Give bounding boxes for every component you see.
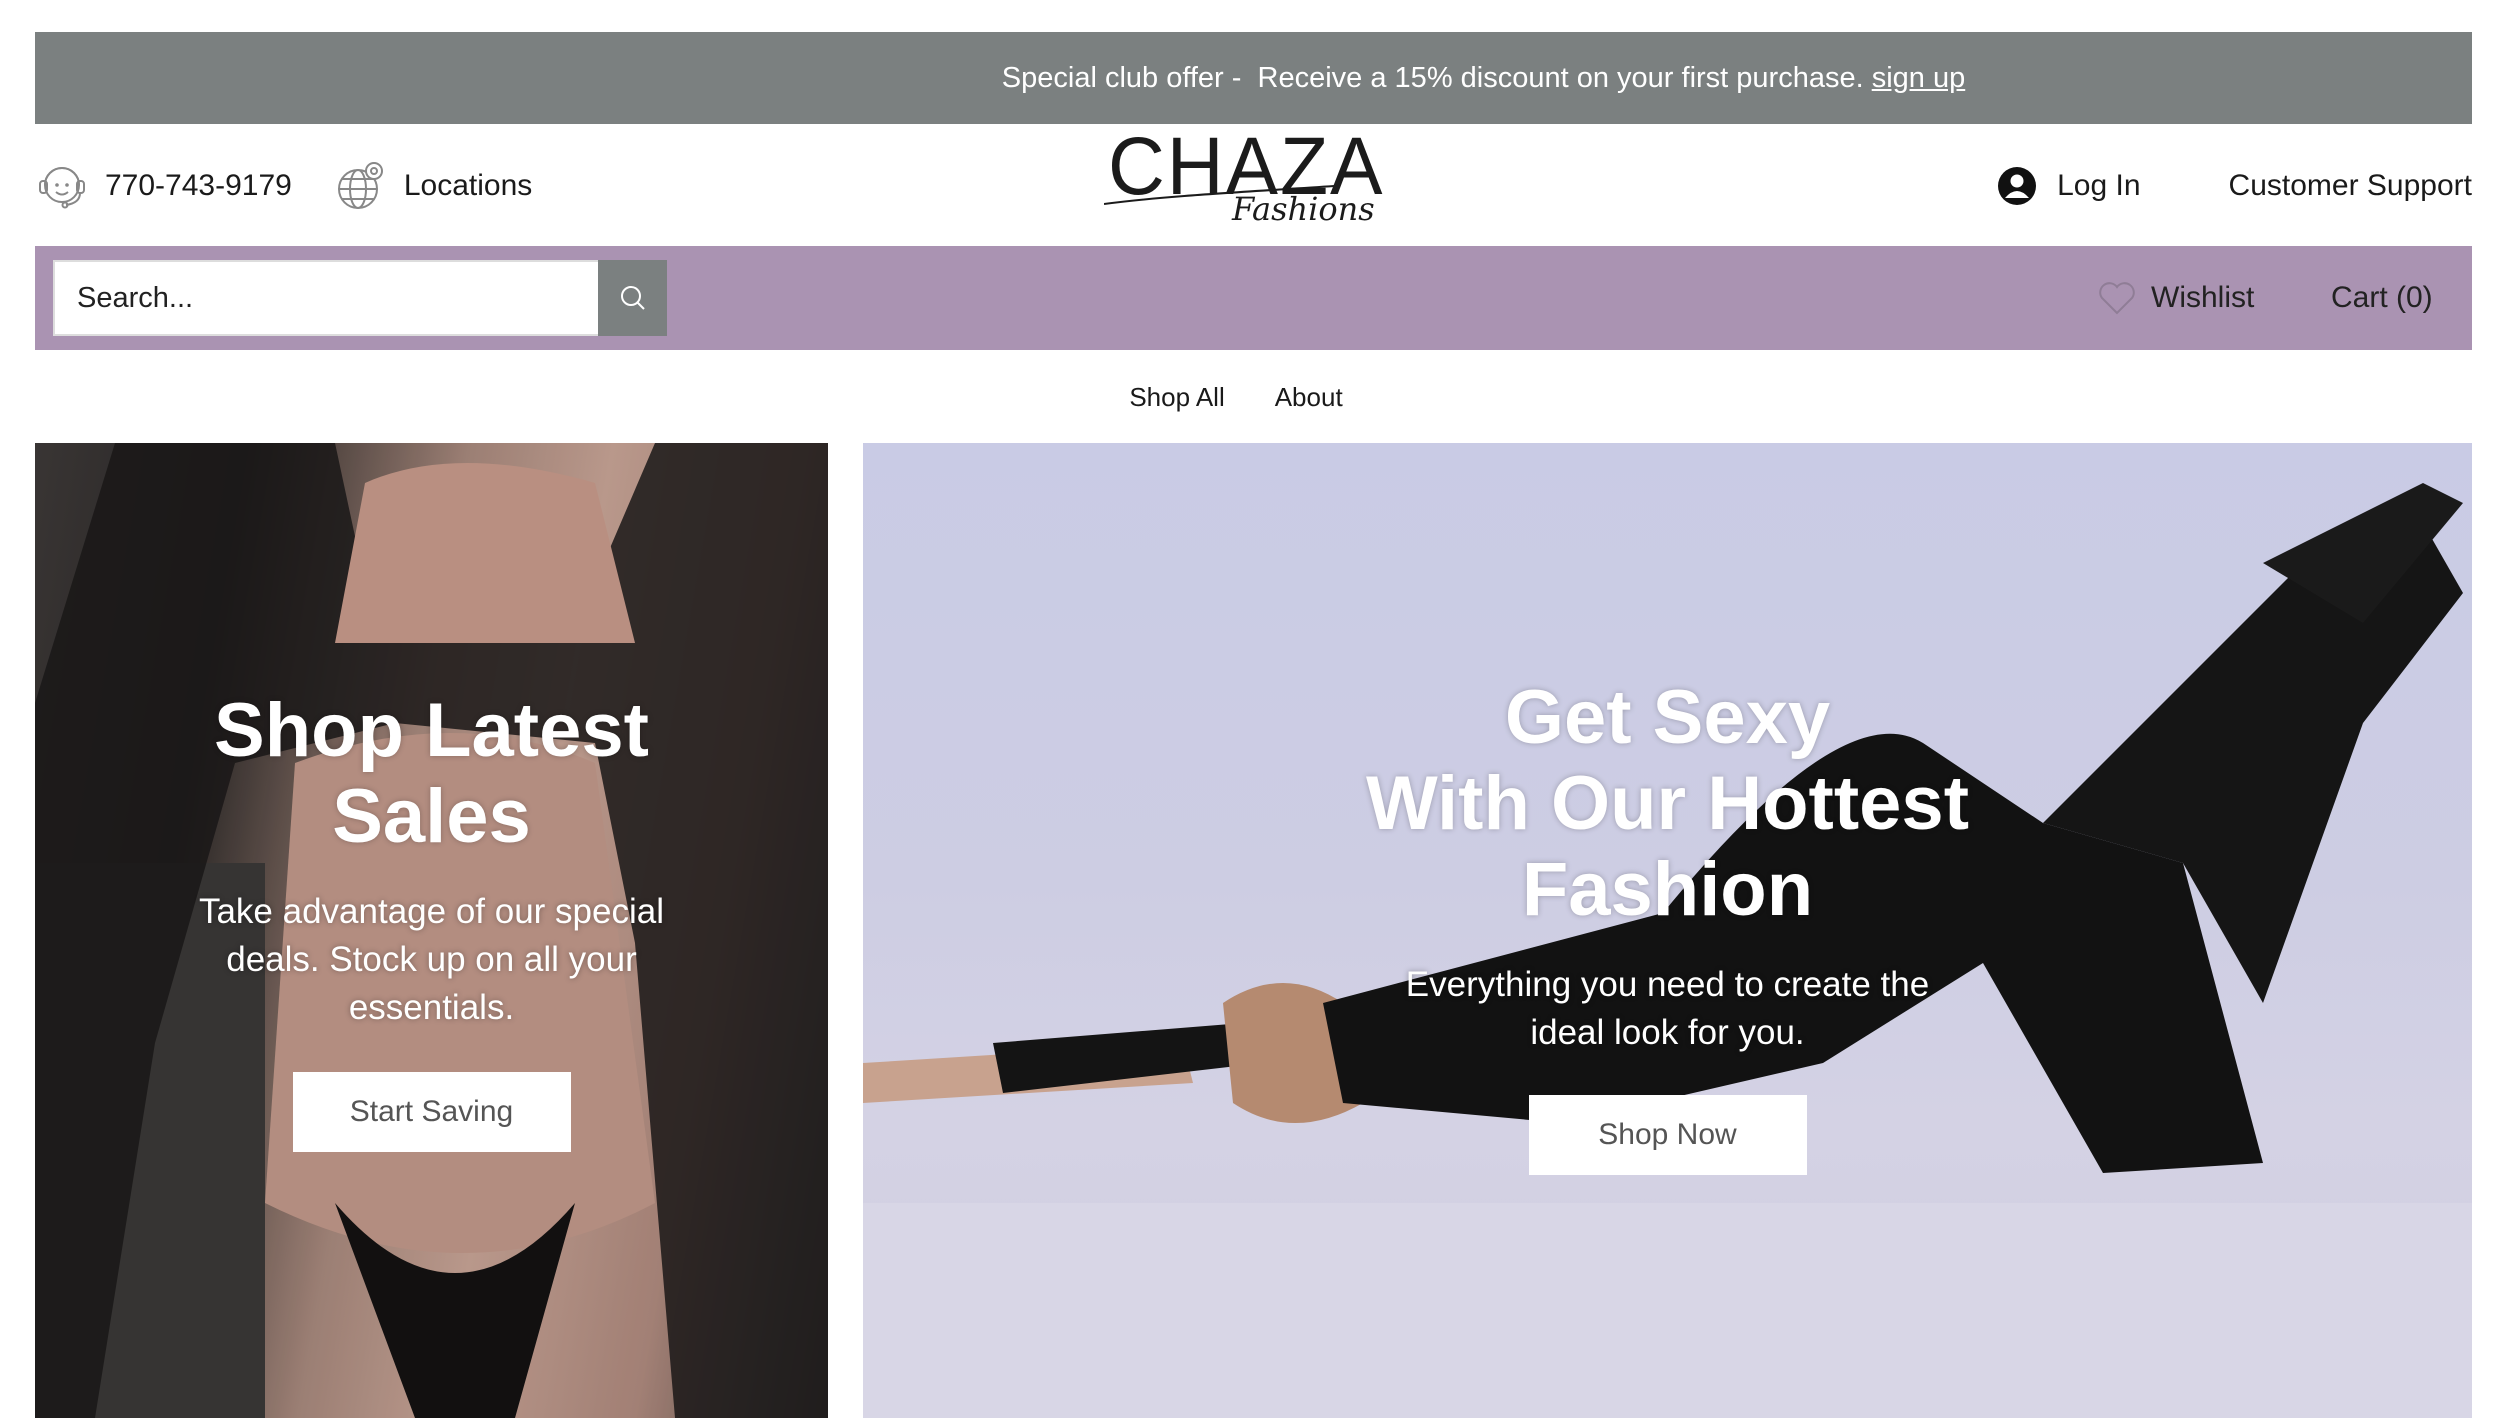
wishlist-label: Wishlist [2151,281,2255,314]
start-saving-button[interactable]: Start Saving [292,1072,571,1152]
hero-right-body: Everything you need to create the ideal … [1405,965,1930,1052]
locations-label: Locations [403,169,533,202]
sign-up-link[interactable]: sign up [1872,62,1966,95]
login-label: Log In [2057,169,2141,202]
nav-item-about[interactable]: About [1275,382,1343,413]
search-toolbar: Wishlist Cart (0) [35,246,2472,350]
announcement-text: Special club offer - Receive a 15% disco… [1001,61,1872,94]
search-icon [620,286,645,310]
phone-contact[interactable]: 770-743-9179 [35,159,292,213]
globe-icon [337,162,383,209]
hero-right-content: Get Sexy With Our Hottest Fashion Everyt… [863,675,2472,1175]
cart-label: Cart (0) [2331,281,2433,314]
login-button[interactable]: Log In [1997,166,2141,206]
nav-item-shop-all[interactable]: Shop All [1129,382,1224,413]
heart-icon [2099,282,2135,315]
main-nav: Shop All About [0,372,2500,422]
search-input[interactable] [53,260,598,336]
header-contact: 770-743-9179 Locations [35,150,574,222]
hero-fashion-banner: Get Sexy With Our Hottest Fashion Everyt… [863,443,2472,1418]
header-account: Log In Customer Support [1997,150,2472,222]
phone-number: 770-743-9179 [105,169,292,202]
logo-sub-text: Fashions [1232,190,1375,228]
headset-icon [39,167,85,209]
hero-left-content: Shop Latest Sales Take advantage of our … [35,688,828,1152]
wishlist-link[interactable]: Wishlist [2097,272,2254,324]
brand-logo[interactable]: CHAZA Fashions [1104,126,1382,244]
customer-support-link[interactable]: Customer Support [2229,169,2472,203]
hero-sales-banner: Shop Latest Sales Take advantage of our … [35,443,828,1418]
announcement-bar: Special club offer - Receive a 15% disco… [35,32,2472,124]
search-box [53,260,667,336]
hero-left-title: Shop Latest Sales [214,688,649,859]
hero-left-body: Take advantage of our special deals. Sto… [198,892,665,1027]
hero-right-title: Get Sexy With Our Hottest Fashion [1365,675,1970,932]
search-button[interactable] [598,260,667,336]
cart-link[interactable]: Cart (0) [2331,272,2433,324]
user-avatar-icon [1998,167,2037,205]
locations-link[interactable]: Locations [334,159,532,213]
shop-now-button[interactable]: Shop Now [1528,1095,1807,1175]
